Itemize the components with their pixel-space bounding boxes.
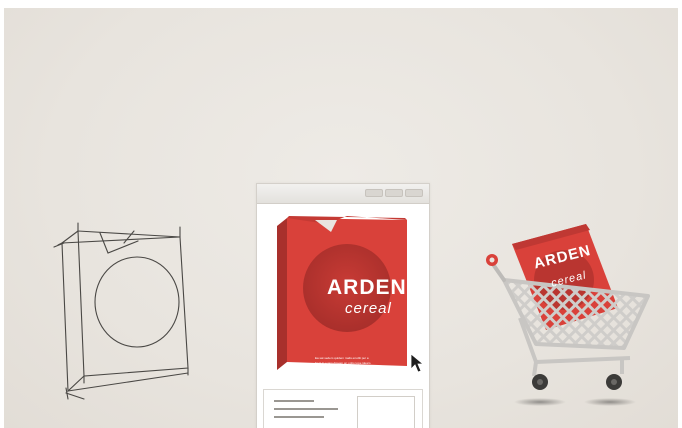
product-fine-print: Ea sat sedem quidem malis eruditi per a [315,356,369,360]
info-line [274,400,314,402]
product-brand: ARDEN [327,276,407,299]
product-info-panel [263,389,423,428]
close-button [405,189,423,197]
maximize-button [385,189,403,197]
browser-title-bar [257,184,429,204]
product-fine-print-2: Eruit in euam diceam an optio tope ideam… [315,361,372,365]
info-line [274,416,324,418]
mouse-cursor-icon [410,353,424,373]
illustration-stage: x ARDEN cereal Ea sat sedem quidem malis… [4,8,678,428]
info-image-placeholder [357,396,415,428]
minimize-button [365,189,383,197]
info-line [274,408,338,410]
product-subtitle: cereal [345,300,392,317]
browser-window: x ARDEN cereal Ea sat sedem quidem malis… [256,183,430,428]
box-sketch-icon [53,222,189,400]
